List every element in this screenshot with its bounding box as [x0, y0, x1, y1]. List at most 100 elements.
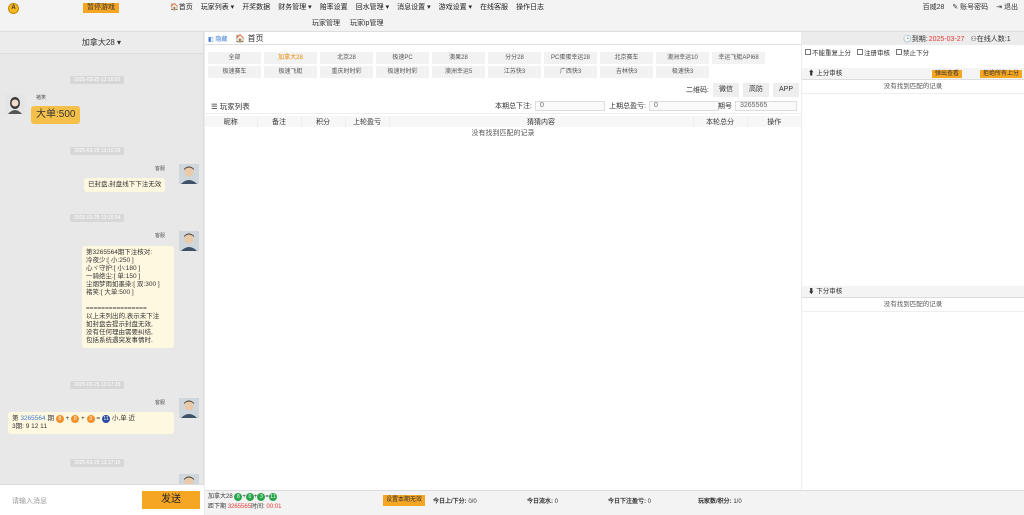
submenu-player-manage[interactable]: 玩家管理	[312, 18, 340, 29]
menu-game-settings[interactable]: 游戏设置 ▾	[439, 2, 472, 13]
countdown: 00:01	[266, 504, 281, 510]
next-period: 3265565	[228, 504, 251, 510]
recent-results: 3期: 9 12 11	[12, 423, 47, 430]
chat-bubble: 大单:500	[31, 106, 80, 124]
draw-sum-ball: 11	[269, 493, 277, 501]
player-list-header: ☰ 玩家列表 本期总下注: 0 上期总盈亏: 0 期号 3265565	[205, 98, 801, 114]
lottery-tab[interactable]: 吉林快3	[600, 66, 653, 78]
submenu-player-ip[interactable]: 玩家ip管理	[350, 18, 383, 29]
period-suffix: 期	[47, 415, 54, 422]
lottery-tab[interactable]: 广西快3	[544, 66, 597, 78]
lottery-tab[interactable]: 极速飞艇	[264, 66, 317, 78]
lottery-tab[interactable]: 极速快3	[656, 66, 709, 78]
qr-app-button[interactable]: APP	[773, 83, 799, 97]
account-password-link[interactable]: ✎ 账号密码	[952, 2, 988, 13]
support-avatar-icon	[179, 474, 199, 484]
menu-logs[interactable]: 操作日志	[516, 2, 544, 13]
expire-date: 2025-03-27	[929, 35, 965, 44]
menu-player-list[interactable]: 玩家列表 ▾	[201, 2, 234, 13]
col-last-profit[interactable]: 上轮盈亏	[345, 116, 389, 127]
last-profit: 上期总盈亏: 0	[609, 101, 719, 111]
deposit-review-title: ⬆ 上分审核	[808, 70, 842, 77]
col-guess[interactable]: 猜猜内容	[389, 116, 693, 127]
lottery-tab[interactable]: 幸运飞艇API68	[712, 52, 765, 64]
withdraw-review-header: ⬇ 下分审核	[802, 286, 1024, 298]
menu-draw-data[interactable]: 开奖数据	[242, 2, 270, 13]
qr-defense-button[interactable]: 高防	[743, 83, 769, 97]
col-actions: 操作	[747, 116, 801, 127]
register-review-checkbox[interactable]: 注册审核	[857, 47, 890, 57]
expire-info: 🕒到期: 2025-03-27 ⚇在线人数:1	[903, 35, 1011, 44]
menu-home[interactable]: 🏠首页	[170, 2, 193, 13]
lottery-tab[interactable]: 澳洲幸运10	[656, 52, 709, 64]
hide-sidebar-button[interactable]: ◧ 隐藏	[208, 34, 227, 43]
logout-link[interactable]: ⇥ 退出	[996, 2, 1018, 13]
menu-odds[interactable]: 赔率设置	[320, 2, 348, 13]
chat-sidebar: 加拿大28 ▾ 2025-03-25 13:16:01 褚笑 大单:500 20…	[0, 32, 204, 515]
lottery-tab[interactable]: 分分28	[488, 52, 541, 64]
lottery-tab[interactable]: 北京28	[320, 52, 373, 64]
lottery-tab[interactable]: 极速PC	[376, 52, 429, 64]
popup-view-button[interactable]: 弹出查看	[932, 70, 962, 78]
lottery-tab[interactable]: 北京赛车	[600, 52, 653, 64]
qr-row: 二维码: 微信 高防 APP	[686, 83, 799, 97]
qr-wechat-button[interactable]: 微信	[713, 83, 739, 97]
timestamp: 2025-03-25 13:17:15	[70, 459, 124, 467]
chat-input[interactable]: 请输入消息	[12, 496, 47, 506]
col-round-total[interactable]: 本轮总分	[693, 116, 747, 127]
no-repeat-checkbox[interactable]: 不能重复上分	[805, 47, 851, 57]
tab-strip: ◧ 隐藏 🏠 首页	[205, 32, 801, 45]
col-nickname[interactable]: 昵称	[205, 116, 257, 127]
chat-bubble: 已封盘,封盘线下下注无效	[84, 178, 165, 192]
support-avatar-icon	[179, 398, 199, 418]
send-button[interactable]: 发送	[142, 491, 200, 509]
avatar	[5, 94, 25, 114]
top-navbar: A 暂停游戏 🏠首页 玩家列表 ▾ 开奖数据 财务管理 ▾ 赔率设置 回水管理 …	[0, 0, 1024, 32]
game-name: 加拿大28	[208, 494, 233, 500]
next-draw: 距下期 3265565时间: 00:01	[208, 503, 281, 512]
draw-ball: 0	[246, 493, 254, 501]
today-bet: 今日下注盈亏: 0	[608, 496, 651, 505]
menu-messages[interactable]: 消息设置 ▾	[397, 2, 430, 13]
chat-room-select[interactable]: 加拿大28 ▾	[0, 32, 203, 54]
result-ball: 0	[71, 415, 79, 423]
deposit-review-header: ⬆ 上分审核 弹出查看 拒绝所有上分	[802, 68, 1024, 80]
menu-rebate[interactable]: 回水管理 ▾	[356, 2, 389, 13]
lottery-tab-active[interactable]: 加拿大28	[264, 52, 317, 64]
bet-summary-bubble: 第3265564期下注核对: 冷夜少:[ 小:250 ] 心ヾ守护:[ 小:18…	[82, 246, 174, 348]
invalidate-period-button[interactable]: 设置本期无效	[383, 495, 425, 506]
lottery-tab[interactable]: 极速赛车	[208, 66, 261, 78]
support-avatar-icon	[179, 164, 199, 184]
lottery-tab[interactable]: 澳果28	[432, 52, 485, 64]
pause-game-button[interactable]: 暂停游戏	[83, 3, 119, 13]
menu-finance[interactable]: 财务管理 ▾	[278, 2, 311, 13]
tab-home[interactable]: 🏠 首页	[231, 33, 267, 44]
last-profit-value: 0	[649, 101, 719, 111]
withdraw-review-title: ⬇ 下分审核	[808, 288, 842, 295]
avatar	[179, 398, 199, 418]
sender-name: 客服	[155, 232, 165, 239]
lottery-tab[interactable]: 澳洲幸运5	[432, 66, 485, 78]
current-bet: 本期总下注: 0	[495, 101, 605, 111]
account-name: 百威28	[923, 2, 945, 13]
period-value: 3265565	[735, 101, 797, 111]
reject-all-button[interactable]: 拒绝所有上分	[980, 70, 1022, 78]
lottery-tab[interactable]: 江苏快3	[488, 66, 541, 78]
timestamp: 2025-03-25 13:16:01	[70, 76, 124, 84]
expire-label: 🕒到期:	[903, 35, 928, 44]
list-title: ☰ 玩家列表	[211, 101, 250, 112]
col-points[interactable]: 积分	[301, 116, 345, 127]
result-text: 小,单 近	[112, 415, 135, 422]
lottery-tab[interactable]: 全部	[208, 52, 261, 64]
timestamp: 2025-03-25 13:17:15	[70, 381, 124, 389]
menu-support[interactable]: 在线客服	[480, 2, 508, 13]
chat-log[interactable]: 2025-03-25 13:16:01 褚笑 大单:500 2025-03-25…	[0, 54, 204, 484]
forbid-down-checkbox[interactable]: 禁止下分	[896, 47, 929, 57]
lottery-tab[interactable]: 重庆时时彩	[320, 66, 373, 78]
col-remark[interactable]: 备注	[257, 116, 301, 127]
lottery-tab[interactable]: PC蛋蛋幸运28	[544, 52, 597, 64]
lottery-tab[interactable]: 极速时时彩	[376, 66, 429, 78]
sub-menu: 玩家管理 玩家ip管理	[312, 18, 383, 29]
current-bet-value: 0	[535, 101, 605, 111]
timestamp: 2025-03-25 13:16:29	[70, 147, 124, 155]
